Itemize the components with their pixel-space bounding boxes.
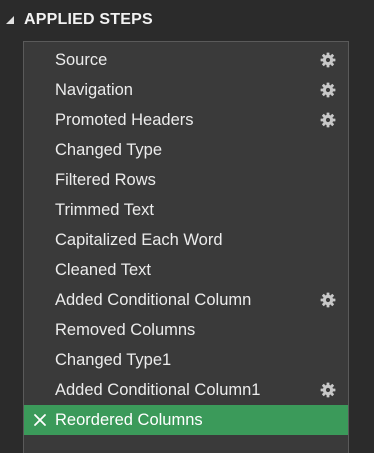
gear-icon[interactable] <box>320 82 336 98</box>
step-label: Changed Type <box>55 141 163 159</box>
step-item[interactable]: Changed Type <box>24 135 348 165</box>
section-title: APPLIED STEPS <box>24 11 153 28</box>
delete-x-icon[interactable] <box>32 412 48 428</box>
step-label: Changed Type1 <box>55 351 172 369</box>
applied-steps-header: APPLIED STEPS <box>0 0 374 40</box>
step-label: Capitalized Each Word <box>55 231 223 249</box>
step-label: Cleaned Text <box>55 261 152 279</box>
step-label: Added Conditional Column <box>55 291 252 309</box>
step-label: Added Conditional Column1 <box>55 381 261 399</box>
step-label: Source <box>55 51 108 69</box>
steps-list: Source Navigation Promoted Headers Changed … <box>24 42 348 435</box>
step-item[interactable]: Promoted Headers <box>24 105 348 135</box>
collapse-triangle-icon[interactable] <box>4 14 16 26</box>
step-item-selected[interactable]: Reordered Columns <box>24 405 348 435</box>
gear-icon[interactable] <box>320 292 336 308</box>
gear-icon[interactable] <box>320 112 336 128</box>
step-item[interactable]: Navigation <box>24 75 348 105</box>
step-item[interactable]: Trimmed Text <box>24 195 348 225</box>
step-item[interactable]: Capitalized Each Word <box>24 225 348 255</box>
step-label: Removed Columns <box>55 321 196 339</box>
step-item[interactable]: Removed Columns <box>24 315 348 345</box>
step-item[interactable]: Added Conditional Column1 <box>24 375 348 405</box>
step-label: Trimmed Text <box>55 201 155 219</box>
gear-icon[interactable] <box>320 52 336 68</box>
step-item[interactable]: Changed Type1 <box>24 345 348 375</box>
step-label: Reordered Columns <box>55 411 203 429</box>
gear-icon[interactable] <box>320 382 336 398</box>
step-item[interactable]: Source <box>24 45 348 75</box>
step-item[interactable]: Filtered Rows <box>24 165 348 195</box>
applied-steps-panel: Source Navigation Promoted Headers Changed … <box>23 41 349 453</box>
step-label: Filtered Rows <box>55 171 156 189</box>
step-label: Navigation <box>55 81 133 99</box>
step-item[interactable]: Cleaned Text <box>24 255 348 285</box>
step-item[interactable]: Added Conditional Column <box>24 285 348 315</box>
step-label: Promoted Headers <box>55 111 194 129</box>
